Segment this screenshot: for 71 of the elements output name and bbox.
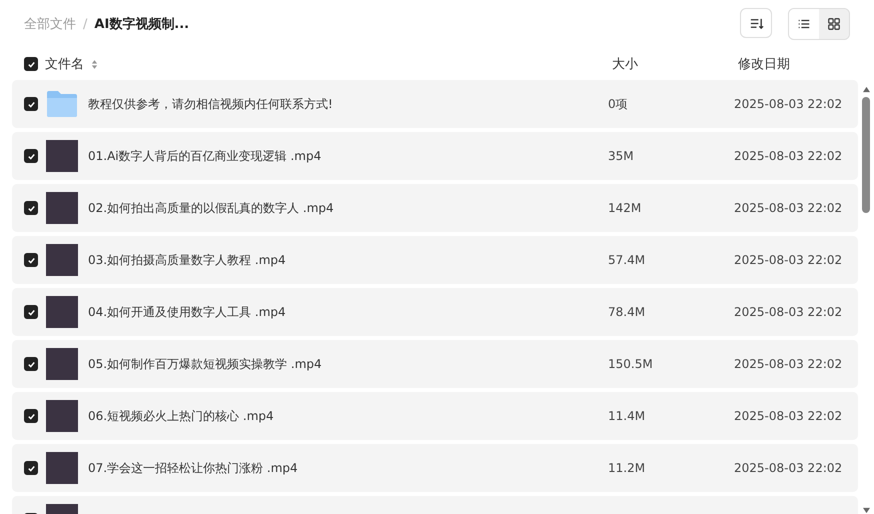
column-header: 修改日期 (738, 57, 790, 72)
file-row[interactable]: 03.如何拍摄高质量数字人教程 .mp4 57.4M 2025-08-03 22:02 (12, 236, 858, 284)
breadcrumb-item[interactable]: AI数字视频制... (94, 15, 190, 33)
sort-arrows-icon[interactable] (91, 58, 98, 70)
breadcrumb-separator: / (83, 16, 88, 32)
file-size: 78.4M (608, 305, 646, 319)
checkbox[interactable] (24, 57, 38, 71)
video-thumbnail (46, 452, 78, 484)
checkmark-icon (26, 256, 36, 264)
checkbox[interactable] (24, 357, 38, 371)
modified-date: 2025-08-03 22:02 (734, 409, 842, 423)
checkbox[interactable] (24, 253, 38, 267)
checkbox[interactable] (24, 149, 38, 163)
file-name: 02.如何拍出高质量的以假乱真的数字人 .mp4 (88, 200, 334, 216)
checkmark-icon (26, 60, 36, 68)
modified-date: 2025-08-03 22:02 (734, 97, 842, 111)
checkmark-icon (26, 204, 36, 212)
file-row[interactable]: 教程仅供参考，请勿相信视频内任何联系方式! 0项 2025-08-03 22:02 (12, 80, 858, 128)
checkbox[interactable] (24, 305, 38, 319)
scroll-down-icon[interactable] (862, 507, 870, 514)
sort-button[interactable] (740, 8, 772, 38)
file-name: 07.学会这一招轻松让你热门涨粉 .mp4 (88, 460, 298, 476)
checkmark-icon (26, 412, 36, 420)
file-row[interactable]: 07.学会这一招轻松让你热门涨粉 .mp4 11.2M 2025-08-03 22:02 (12, 444, 858, 492)
file-size: 142M (608, 201, 642, 215)
file-size: 11.2M (608, 461, 646, 475)
checkbox[interactable] (24, 461, 38, 475)
file-name: 03.如何拍摄高质量数字人教程 .mp4 (88, 252, 286, 268)
checkmark-icon (26, 464, 36, 472)
video-thumbnail (46, 244, 78, 276)
column-header: 大小 (612, 57, 638, 72)
list-view-button[interactable] (789, 9, 819, 39)
checkbox[interactable] (24, 201, 38, 215)
file-name: 04.如何开通及使用数字人工具 .mp4 (88, 304, 286, 320)
checkbox[interactable] (24, 97, 38, 111)
file-row[interactable]: 06.短视频必火上热门的核心 .mp4 11.4M 2025-08-03 22:02 (12, 392, 858, 440)
modified-date: 2025-08-03 22:02 (734, 201, 842, 215)
file-size: 0项 (608, 96, 628, 110)
checkmark-icon (26, 100, 36, 108)
modified-date: 2025-08-03 22:02 (734, 253, 842, 267)
checkbox[interactable] (24, 409, 38, 423)
file-name: 教程仅供参考，请勿相信视频内任何联系方式! (88, 96, 333, 112)
video-thumbnail (46, 296, 78, 328)
file-size: 11.4M (608, 409, 646, 423)
modified-date: 2025-08-03 22:02 (734, 149, 842, 163)
scroll-up-icon[interactable] (862, 86, 870, 93)
file-row[interactable]: 01.Ai数字人背后的百亿商业变现逻辑 .mp4 35M 2025-08-03 22:02 (12, 132, 858, 180)
video-thumbnail (46, 140, 78, 172)
video-thumbnail (46, 192, 78, 224)
list-icon (797, 17, 811, 31)
file-name: 05.如何制作百万爆款短视频实操教学 .mp4 (88, 356, 322, 372)
video-thumbnail (46, 400, 78, 432)
modified-date: 2025-08-03 22:02 (734, 305, 842, 319)
file-size: 57.4M (608, 253, 646, 267)
file-row[interactable]: 02.如何拍出高质量的以假乱真的数字人 .mp4 142M 2025-08-03 22:02 (12, 184, 858, 232)
folder-icon (46, 90, 78, 118)
checkmark-icon (26, 152, 36, 160)
video-thumbnail (46, 348, 78, 380)
modified-date: 2025-08-03 22:02 (734, 461, 842, 475)
scrollbar-thumb[interactable] (862, 97, 870, 213)
grid-icon (827, 17, 841, 31)
file-size: 35M (608, 149, 634, 163)
file-name: 01.Ai数字人背后的百亿商业变现逻辑 .mp4 (88, 148, 322, 164)
checkmark-icon (26, 360, 36, 368)
file-row[interactable]: 04.如何开通及使用数字人工具 .mp4 78.4M 2025-08-03 22:02 (12, 288, 858, 336)
file-size: 150.5M (608, 357, 653, 371)
modified-date: 2025-08-03 22:02 (734, 357, 842, 371)
file-name: 06.短视频必火上热门的核心 .mp4 (88, 408, 274, 424)
file-row[interactable]: 05.如何制作百万爆款短视频实操教学 .mp4 150.5M 2025-08-03 22:02 (12, 340, 858, 388)
checkmark-icon (26, 308, 36, 316)
column-header[interactable]: 文件名 (45, 55, 84, 73)
